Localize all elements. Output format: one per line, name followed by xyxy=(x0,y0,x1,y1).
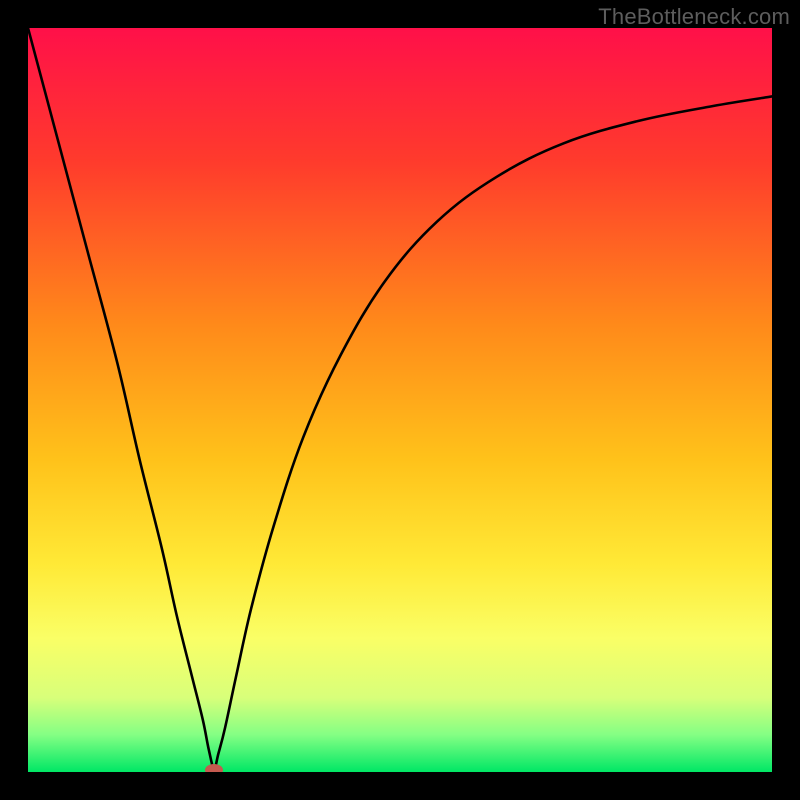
chart-svg xyxy=(28,28,772,772)
gradient-background xyxy=(28,28,772,772)
chart-frame xyxy=(28,28,772,772)
watermark-text: TheBottleneck.com xyxy=(598,4,790,30)
